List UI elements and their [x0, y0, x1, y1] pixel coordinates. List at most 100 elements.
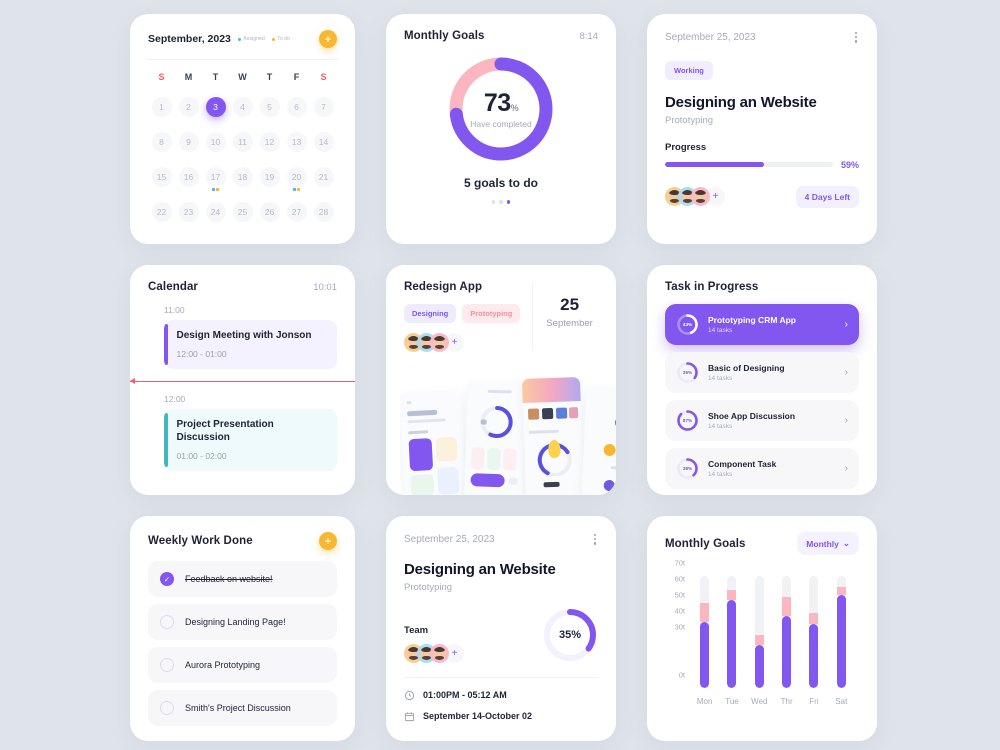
- calendar-day-number[interactable]: 22: [151, 202, 172, 222]
- preview-thumbnail[interactable]: [463, 381, 527, 495]
- task-row[interactable]: 87% Shoe App Discussion 14 tasks ›: [665, 400, 859, 441]
- chevron-right-icon[interactable]: ›: [845, 415, 848, 426]
- calendar-day-cell[interactable]: 24: [202, 199, 229, 230]
- calendar-day-number[interactable]: 19: [259, 167, 280, 187]
- calendar-day-number[interactable]: 26: [259, 202, 280, 222]
- chevron-right-icon[interactable]: ›: [845, 319, 848, 330]
- calendar-day-cell[interactable]: 11: [229, 129, 256, 160]
- bar-group[interactable]: Sat: [830, 576, 852, 706]
- preview-thumbnail[interactable]: [400, 390, 467, 495]
- period-dropdown[interactable]: Monthly ⌄: [797, 532, 859, 555]
- todo-checkbox[interactable]: [160, 615, 174, 629]
- calendar-day-cell[interactable]: 21: [310, 164, 337, 195]
- calendar-day-cell[interactable]: 27: [283, 199, 310, 230]
- calendar-day-cell[interactable]: 14: [310, 129, 337, 160]
- avatar[interactable]: [430, 643, 449, 663]
- calendar-day-number[interactable]: 8: [151, 132, 172, 152]
- more-options-icon[interactable]: [592, 532, 598, 547]
- calendar-day-number[interactable]: 7: [313, 97, 334, 117]
- tag-designing[interactable]: Designing: [404, 304, 457, 323]
- pager-dot[interactable]: [491, 200, 496, 204]
- todo-checkbox[interactable]: [160, 701, 174, 715]
- calendar-day-cell[interactable]: 23: [175, 199, 202, 230]
- calendar-day-number[interactable]: 11: [232, 132, 253, 152]
- calendar-day-number[interactable]: 24: [205, 202, 226, 222]
- calendar-day-cell[interactable]: 28: [310, 199, 337, 230]
- donut-pager[interactable]: [404, 200, 598, 204]
- preview-thumbnail[interactable]: [581, 386, 616, 495]
- chevron-right-icon[interactable]: ›: [845, 463, 848, 474]
- bar[interactable]: [754, 576, 764, 688]
- calendar-day-cell[interactable]: 6: [283, 94, 310, 125]
- calendar-day-cell[interactable]: 4: [229, 94, 256, 125]
- agenda-event[interactable]: Design Meeting with Jonson 12:00 - 01:00: [164, 320, 337, 369]
- calendar-day-number[interactable]: 18: [232, 167, 253, 187]
- calendar-day-number[interactable]: 14: [313, 132, 334, 152]
- calendar-day-number[interactable]: 9: [178, 132, 199, 152]
- pager-dot[interactable]: [499, 200, 503, 204]
- calendar-day-number[interactable]: 23: [178, 202, 199, 222]
- bar-group[interactable]: Wed: [748, 576, 770, 706]
- calendar-day-number[interactable]: 20: [286, 167, 307, 187]
- bar[interactable]: [700, 576, 710, 688]
- avatar[interactable]: [430, 333, 449, 352]
- calendar-day-cell[interactable]: 7: [310, 94, 337, 125]
- calendar-day-cell[interactable]: 12: [256, 129, 283, 160]
- bar-group[interactable]: Mon: [694, 576, 716, 706]
- calendar-day-cell[interactable]: 15: [148, 164, 175, 195]
- add-event-button[interactable]: +: [319, 30, 337, 48]
- calendar-day-cell[interactable]: 19: [256, 164, 283, 195]
- calendar-day-cell[interactable]: 26: [256, 199, 283, 230]
- calendar-day-number[interactable]: 2: [178, 97, 199, 117]
- calendar-day-cell[interactable]: 20: [283, 164, 310, 195]
- calendar-day-cell[interactable]: 10: [202, 129, 229, 160]
- calendar-day-cell[interactable]: 17: [202, 164, 229, 195]
- bar[interactable]: [809, 576, 819, 688]
- calendar-day-number[interactable]: 17: [205, 167, 226, 187]
- task-row[interactable]: 43% Prototyping CRM App 14 tasks ›: [665, 304, 859, 345]
- calendar-day-cell[interactable]: 13: [283, 129, 310, 160]
- calendar-day-number[interactable]: 21: [313, 167, 334, 187]
- calendar-day-cell[interactable]: 8: [148, 129, 175, 160]
- calendar-day-number[interactable]: 15: [151, 167, 172, 187]
- agenda-event[interactable]: Project Presentation Discussion 01:00 - …: [164, 408, 337, 471]
- todo-row[interactable]: Designing Landing Page!: [148, 604, 337, 640]
- preview-thumbnail[interactable]: [521, 377, 585, 495]
- calendar-day-number[interactable]: 10: [205, 132, 226, 152]
- calendar-day-cell[interactable]: 3: [202, 94, 229, 125]
- bar-group[interactable]: Thr: [776, 576, 798, 706]
- calendar-day-number[interactable]: 1: [151, 97, 172, 117]
- calendar-day-number[interactable]: 6: [286, 97, 307, 117]
- calendar-day-cell[interactable]: 5: [256, 94, 283, 125]
- tag-prototyping[interactable]: Prototyping: [462, 304, 521, 323]
- todo-checkbox[interactable]: ✓: [160, 572, 174, 586]
- calendar-day-number[interactable]: 28: [313, 202, 334, 222]
- calendar-day-cell[interactable]: 18: [229, 164, 256, 195]
- avatar[interactable]: [691, 187, 710, 207]
- calendar-day-number[interactable]: 25: [232, 202, 253, 222]
- calendar-day-number[interactable]: 4: [232, 97, 253, 117]
- bar[interactable]: [836, 576, 846, 688]
- todo-checkbox[interactable]: [160, 658, 174, 672]
- bar-group[interactable]: Tue: [721, 576, 743, 706]
- calendar-day-cell[interactable]: 25: [229, 199, 256, 230]
- bar[interactable]: [727, 576, 737, 688]
- calendar-day-number[interactable]: 5: [259, 97, 280, 117]
- calendar-day-cell[interactable]: 2: [175, 94, 202, 125]
- chevron-right-icon[interactable]: ›: [845, 367, 848, 378]
- bar-group[interactable]: Fri: [803, 576, 825, 706]
- todo-row[interactable]: ✓ Feedback on website!: [148, 561, 337, 597]
- calendar-day-number[interactable]: 12: [259, 132, 280, 152]
- bar[interactable]: [782, 576, 792, 688]
- pager-dot[interactable]: [506, 200, 511, 204]
- calendar-day-cell[interactable]: 1: [148, 94, 175, 125]
- calendar-day-cell[interactable]: 16: [175, 164, 202, 195]
- more-options-icon[interactable]: [853, 30, 859, 45]
- calendar-day-cell[interactable]: 9: [175, 129, 202, 160]
- calendar-day-number[interactable]: 27: [286, 202, 307, 222]
- calendar-day-number[interactable]: 13: [286, 132, 307, 152]
- calendar-day-number[interactable]: 3: [205, 97, 226, 117]
- task-row[interactable]: 35% Basic of Designing 14 tasks ›: [665, 352, 859, 393]
- add-task-button[interactable]: +: [319, 532, 337, 550]
- calendar-day-number[interactable]: 16: [178, 167, 199, 187]
